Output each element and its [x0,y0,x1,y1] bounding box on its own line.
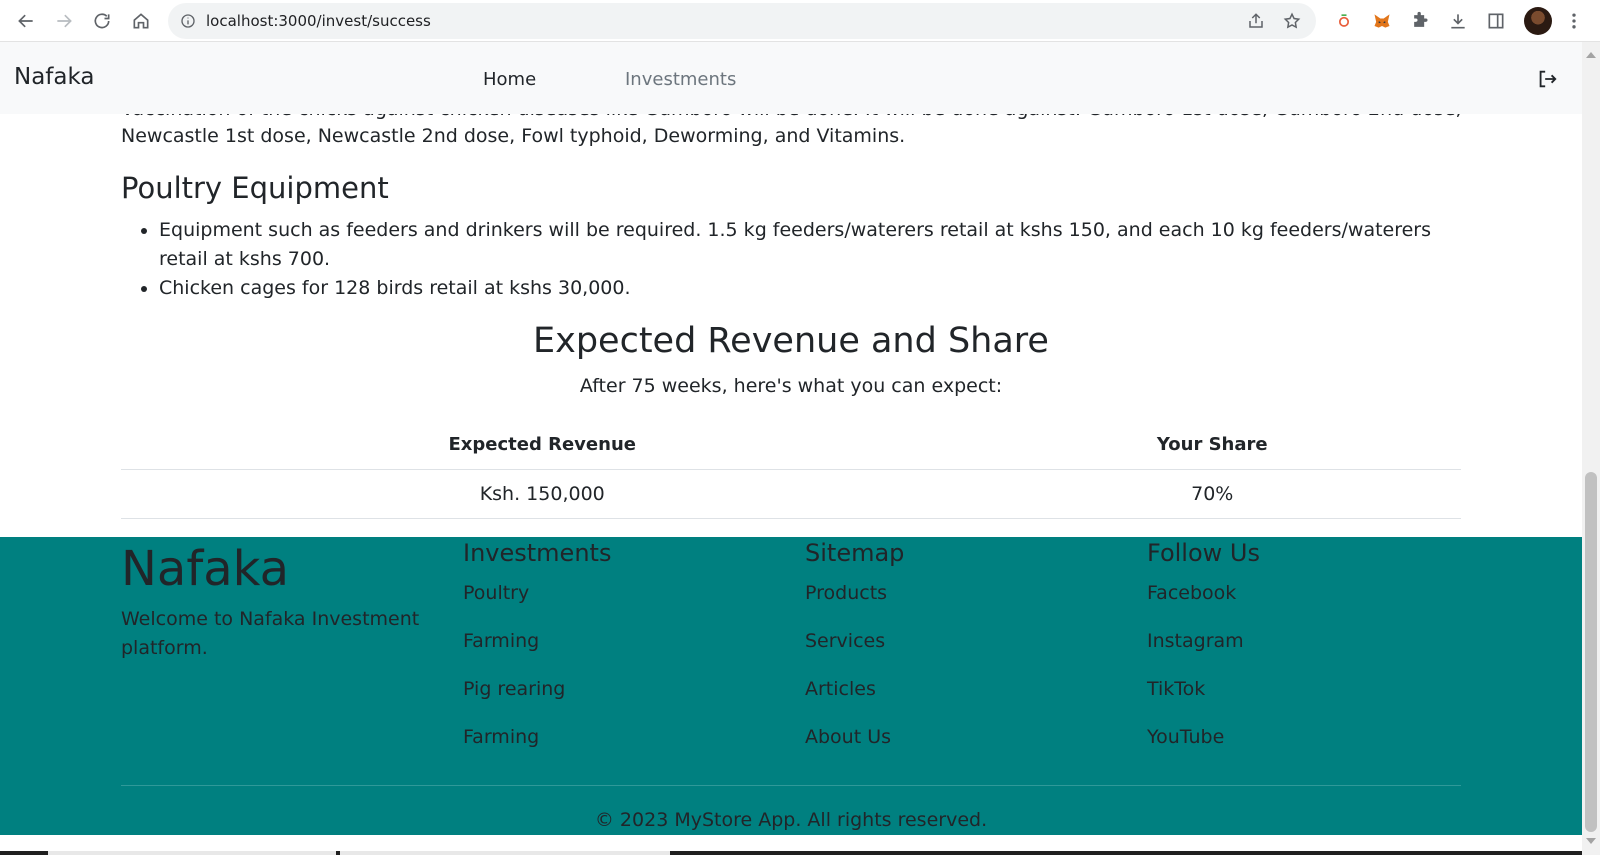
equipment-list: Equipment such as feeders and drinkers w… [141,216,1464,303]
back-icon[interactable] [7,2,45,40]
footer-link[interactable]: Poultry [463,569,611,617]
scroll-up-icon[interactable] [1586,52,1596,58]
footer-link[interactable]: Products [805,569,904,617]
sidepanel-icon[interactable] [1478,3,1514,39]
browser-toolbar: localhost:3000/invest/success [0,0,1600,42]
table-header-row: Expected Revenue Your Share [121,420,1461,470]
scroll-down-icon[interactable] [1586,838,1596,844]
footer: Nafaka Welcome to Nafaka Investment plat… [0,537,1582,835]
revenue-subtitle: After 75 weeks, here's what you can expe… [579,375,1003,397]
avatar[interactable] [1524,7,1552,35]
taskbar-edge [0,851,1582,855]
footer-link[interactable]: Farming [463,617,611,665]
footer-column-follow-us: Follow Us Facebook Instagram TikTok YouT… [1147,537,1260,761]
footer-column-sitemap: Sitemap Products Services Articles About… [805,537,904,761]
star-icon[interactable] [1274,3,1310,39]
footer-link[interactable]: Instagram [1147,617,1260,665]
url-text[interactable]: localhost:3000/invest/success [206,12,431,30]
menu-dots-icon[interactable] [1556,3,1592,39]
puzzle-icon[interactable] [1402,3,1438,39]
footer-link[interactable]: Articles [805,665,904,713]
nav-link-home[interactable]: Home [483,69,536,90]
forward-icon[interactable] [45,2,83,40]
footer-copyright: © 2023 MyStore App. All rights reserved. [594,809,988,831]
app-navbar: Nafaka Home Investments [0,42,1582,114]
footer-column-investments: Investments Poultry Farming Pig rearing … [463,537,611,761]
download-icon[interactable] [1440,3,1476,39]
extension-1-icon[interactable] [1326,3,1362,39]
footer-link[interactable]: TikTok [1147,665,1260,713]
revenue-table: Expected Revenue Your Share Ksh. 150,000… [121,420,1461,519]
navbar-brand[interactable]: Nafaka [14,64,95,90]
footer-welcome: Welcome to Nafaka Investment platform. [121,608,420,659]
footer-column-title: Follow Us [1147,539,1260,567]
table-row: Ksh. 150,000 70% [121,469,1461,519]
footer-link[interactable]: About Us [805,713,904,761]
logout-icon[interactable] [1536,68,1558,90]
footer-column-title: Investments [463,539,612,567]
share-icon[interactable] [1238,3,1274,39]
column-header: Expected Revenue [121,420,964,470]
list-item: Chicken cages for 128 birds retail at ks… [141,274,1464,303]
footer-column-title: Sitemap [805,539,905,567]
reload-icon[interactable] [83,2,121,40]
footer-link[interactable]: Farming [463,713,611,761]
poultry-equipment-heading: Poultry Equipment [121,171,389,205]
metamask-fox-icon[interactable] [1364,3,1400,39]
vaccination-paragraph: Newcastle 1st dose, Newcastle 2nd dose, … [121,125,906,147]
scrollbar-thumb[interactable] [1585,472,1597,832]
your-share-cell: 70% [963,469,1461,519]
footer-link[interactable]: Pig rearing [463,665,611,713]
footer-brand: Nafaka [121,541,289,597]
nav-link-investments[interactable]: Investments [625,69,736,90]
revenue-heading: Expected Revenue and Share [533,321,1049,361]
footer-divider [121,785,1461,786]
footer-link[interactable]: YouTube [1147,713,1260,761]
list-item: Equipment such as feeders and drinkers w… [141,216,1464,274]
expected-revenue-cell: Ksh. 150,000 [121,469,964,519]
address-bar[interactable]: localhost:3000/invest/success [168,3,1316,39]
info-icon[interactable] [180,13,196,29]
footer-link[interactable]: Facebook [1147,569,1260,617]
home-icon[interactable] [122,2,160,40]
footer-link[interactable]: Services [805,617,904,665]
column-header: Your Share [963,420,1461,470]
